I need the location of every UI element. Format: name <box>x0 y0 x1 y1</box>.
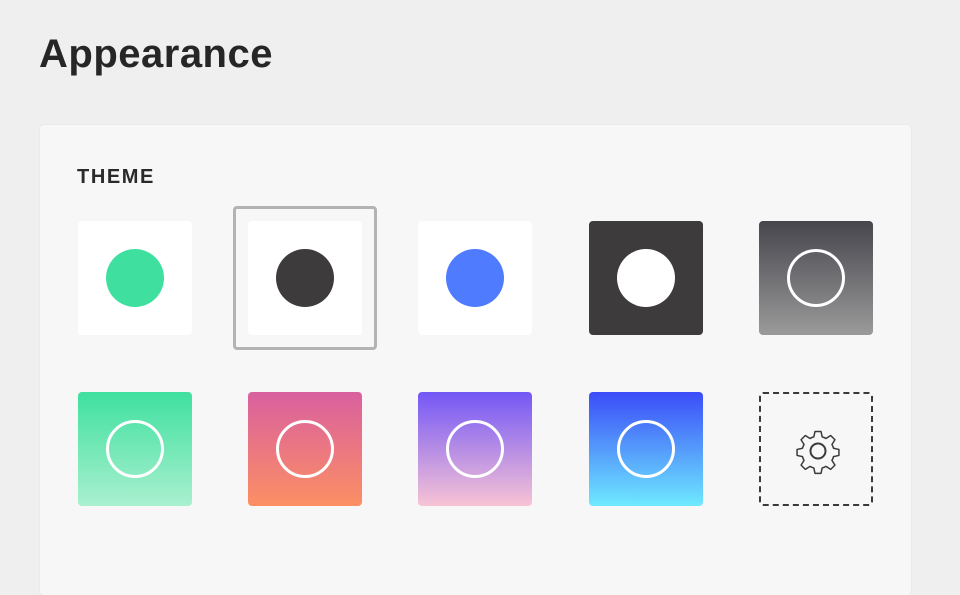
theme-swatch-purple-pink-gradient[interactable] <box>418 392 532 506</box>
theme-swatch-blue-cyan-gradient[interactable] <box>589 392 703 506</box>
custom-theme-button[interactable] <box>759 392 873 506</box>
theme-swatch-light-blue[interactable] <box>418 221 532 335</box>
theme-swatch-light-dark[interactable] <box>248 221 362 335</box>
theme-swatch-pink-orange-gradient[interactable] <box>248 392 362 506</box>
theme-swatch-grid <box>78 206 873 506</box>
theme-ring-icon <box>106 420 164 478</box>
theme-dot-icon <box>617 249 675 307</box>
theme-swatch-gray-gradient[interactable] <box>759 221 873 335</box>
theme-ring-icon <box>276 420 334 478</box>
theme-ring-icon <box>617 420 675 478</box>
theme-card: THEME <box>40 125 911 595</box>
theme-swatch-green-gradient[interactable] <box>78 392 192 506</box>
gear-icon <box>796 430 840 475</box>
theme-ring-icon <box>787 249 845 307</box>
theme-dot-icon <box>446 249 504 307</box>
theme-dot-icon <box>106 249 164 307</box>
theme-dot-icon <box>276 249 334 307</box>
theme-section-label: THEME <box>77 166 155 188</box>
theme-swatch-light-green[interactable] <box>78 221 192 335</box>
theme-ring-icon <box>446 420 504 478</box>
theme-swatch-dark[interactable] <box>589 221 703 335</box>
page-title: Appearance <box>39 32 273 76</box>
